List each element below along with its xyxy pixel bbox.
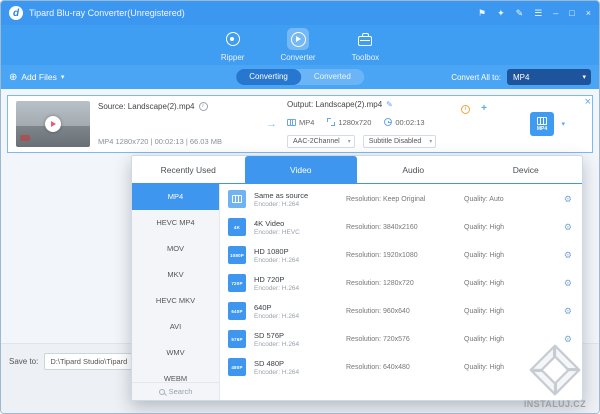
main-nav: Ripper Converter Toolbox — [1, 25, 599, 65]
format-option-1080p[interactable]: 1080P HD 1080P Encoder: H.264 Resolution… — [220, 241, 582, 269]
output-filename: Output: Landscape(2).mp4 — [287, 100, 382, 109]
output-info-icon[interactable]: i — [461, 105, 470, 114]
settings-gear-icon[interactable]: ⚙ — [564, 307, 572, 316]
clock-icon — [384, 118, 392, 126]
subtitle-select[interactable]: Subtitle Disabled ▾ — [363, 135, 437, 148]
chevron-down-icon: ▾ — [429, 139, 432, 145]
save-to-label: Save to: — [9, 357, 38, 366]
settings-gear-icon[interactable]: ⚙ — [564, 195, 572, 204]
wand-icon[interactable]: ✦ — [497, 9, 505, 18]
sidebar-item-hevc-mkv[interactable]: HEVC MKV — [132, 288, 219, 314]
search-box[interactable]: Search — [132, 382, 219, 400]
output-format-button[interactable]: MP4 — [530, 112, 554, 136]
tab-recently-used[interactable]: Recently Used — [132, 156, 245, 183]
remove-file-icon[interactable]: × — [585, 97, 591, 108]
add-files-button[interactable]: ⊕ Add Files ▾ — [9, 72, 64, 83]
tab-ripper[interactable]: Ripper — [221, 28, 245, 62]
film-badge-icon — [228, 190, 246, 208]
format-badge-icon: 480P — [228, 358, 246, 376]
settings-gear-icon[interactable]: ⚙ — [564, 223, 572, 232]
converting-tab[interactable]: Converting — [236, 69, 301, 85]
watermark: INSTALUJ.CZ — [519, 343, 591, 409]
play-circle-icon — [291, 32, 306, 47]
format-option-720p[interactable]: 720P HD 720P Encoder: H.264 Resolution: … — [220, 269, 582, 297]
format-badge-icon: 4K — [228, 218, 246, 236]
audio-track-select[interactable]: AAC-2Channel ▾ — [287, 135, 355, 148]
minimize-button[interactable]: – — [553, 9, 558, 18]
format-badge-icon: 576P — [228, 330, 246, 348]
format-badge-icon: 720P — [228, 274, 246, 292]
app-logo-icon: d — [9, 6, 23, 20]
resolution-icon — [327, 118, 335, 126]
sidebar-item-mov[interactable]: MOV — [132, 236, 219, 262]
arrow-icon: → — [266, 118, 277, 130]
tab-toolbox-label: Toolbox — [352, 53, 380, 62]
convert-status-switch: Converting Converted — [236, 69, 364, 85]
convert-all-label: Convert All to: — [451, 73, 501, 82]
toolbox-icon — [358, 36, 372, 46]
tab-toolbox[interactable]: Toolbox — [352, 28, 380, 62]
menu-icon[interactable]: ☰ — [534, 9, 542, 18]
source-meta: MP4 1280x720 | 00:02:13 | 66.03 MB — [98, 137, 256, 146]
format-option-same-as-source[interactable]: Same as source Encoder: H.264 Resolution… — [220, 185, 582, 213]
output-duration: 00:02:13 — [395, 118, 424, 127]
tab-converter-label: Converter — [280, 53, 315, 62]
window-title: Tipard Blu-ray Converter(Unregistered) — [29, 8, 185, 18]
format-sidebar: MP4 HEVC MP4 MOV MKV HEVC MKV AVI WMV WE… — [132, 184, 220, 400]
convert-all-select[interactable]: MP4 ▾ — [507, 69, 591, 85]
tab-device[interactable]: Device — [470, 156, 583, 183]
chevron-down-icon: ▾ — [61, 74, 65, 81]
promo-flag-icon[interactable]: ⚑ — [478, 9, 486, 18]
tab-converter[interactable]: Converter — [280, 28, 315, 62]
film-icon — [537, 117, 547, 125]
add-files-label: Add Files — [21, 72, 56, 82]
format-popup: Recently Used Video Audio Device MP4 HEV… — [131, 155, 583, 401]
tab-video[interactable]: Video — [245, 156, 358, 183]
format-icon — [287, 119, 296, 126]
sidebar-item-wmv[interactable]: WMV — [132, 340, 219, 366]
chevron-down-icon: ▾ — [348, 139, 351, 145]
format-option-640p[interactable]: 640P 640P Encoder: H.264 Resolution: 960… — [220, 297, 582, 325]
source-info-icon[interactable]: i — [199, 102, 208, 111]
content-area: Source: Landscape(2).mp4 i MP4 1280x720 … — [1, 89, 599, 413]
format-caret-icon[interactable]: ▾ — [561, 121, 565, 128]
popup-tabs: Recently Used Video Audio Device — [132, 156, 582, 184]
disc-icon — [226, 32, 240, 46]
sidebar-item-avi[interactable]: AVI — [132, 314, 219, 340]
titlebar: d Tipard Blu-ray Converter(Unregistered)… — [1, 1, 599, 25]
convert-all-value: MP4 — [513, 73, 529, 82]
tab-audio[interactable]: Audio — [357, 156, 470, 183]
settings-gear-icon[interactable]: ⚙ — [564, 279, 572, 288]
sidebar-item-mp4[interactable]: MP4 — [132, 184, 219, 210]
sub-toolbar: ⊕ Add Files ▾ Converting Converted Conve… — [1, 65, 599, 89]
format-option-4k[interactable]: 4K 4K Video Encoder: HEVC Resolution: 38… — [220, 213, 582, 241]
play-icon[interactable] — [45, 116, 61, 132]
sidebar-item-hevc-mp4[interactable]: HEVC MP4 — [132, 210, 219, 236]
instaluj-logo — [528, 343, 582, 397]
tab-ripper-label: Ripper — [221, 53, 245, 62]
format-badge-icon: 1080P — [228, 246, 246, 264]
converted-tab[interactable]: Converted — [301, 69, 364, 85]
close-button[interactable]: × — [586, 9, 591, 18]
app-window: d Tipard Blu-ray Converter(Unregistered)… — [0, 0, 600, 414]
move-icon[interactable]: + — [481, 103, 487, 114]
format-badge-icon: 640P — [228, 302, 246, 320]
video-thumbnail[interactable] — [16, 101, 90, 147]
rename-pencil-icon[interactable]: ✎ — [386, 100, 393, 109]
search-icon — [159, 389, 165, 395]
file-row[interactable]: Source: Landscape(2).mp4 i MP4 1280x720 … — [7, 95, 593, 153]
chevron-down-icon: ▾ — [582, 74, 586, 81]
output-format: MP4 — [299, 118, 314, 127]
output-resolution: 1280x720 — [338, 118, 371, 127]
feedback-pencil-icon[interactable]: ✎ — [516, 9, 524, 18]
settings-gear-icon[interactable]: ⚙ — [564, 251, 572, 260]
watermark-text: INSTALUJ.CZ — [524, 399, 586, 409]
plus-circle-icon: ⊕ — [9, 72, 17, 83]
maximize-button[interactable]: □ — [569, 9, 574, 18]
sidebar-item-mkv[interactable]: MKV — [132, 262, 219, 288]
source-filename: Source: Landscape(2).mp4 — [98, 102, 195, 111]
